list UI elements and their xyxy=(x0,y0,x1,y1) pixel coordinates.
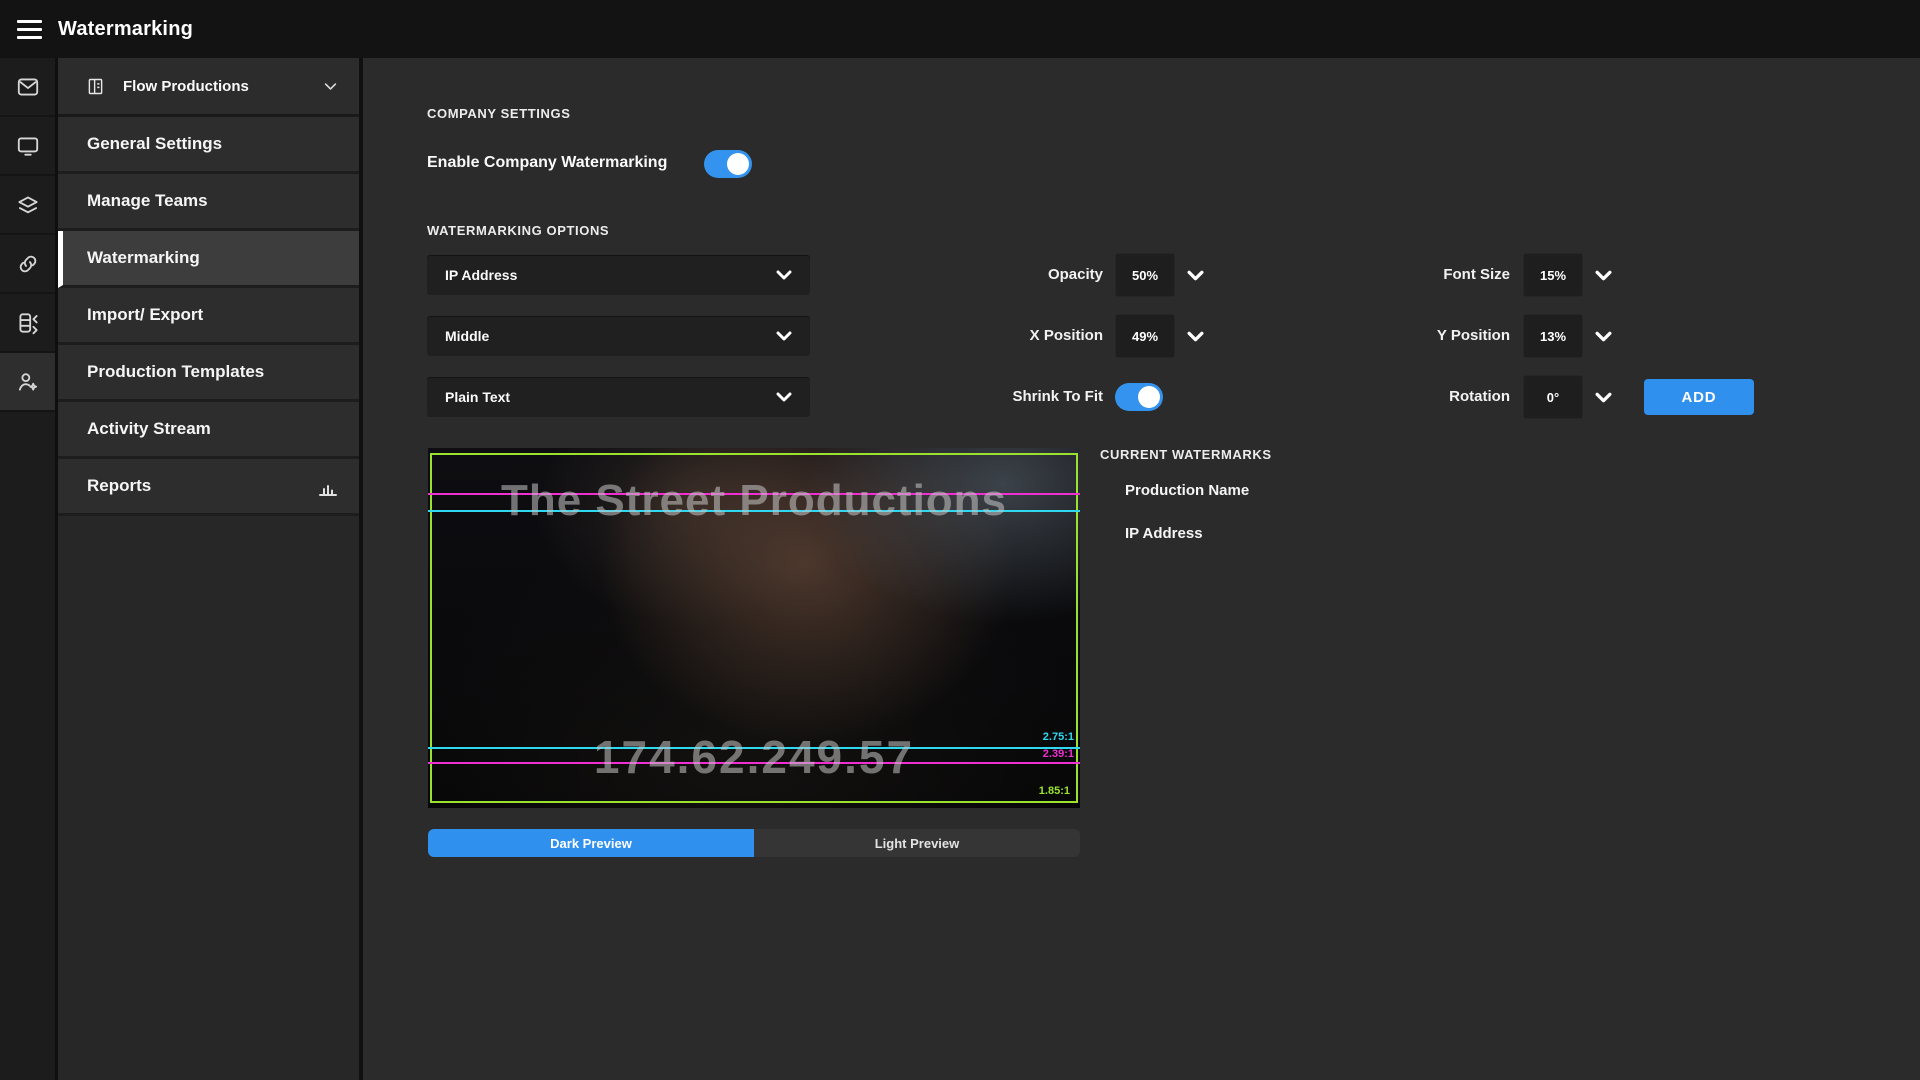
chevron-down-icon xyxy=(1595,270,1612,281)
building-icon xyxy=(85,76,106,97)
current-watermark-ip-address[interactable]: IP Address xyxy=(1125,525,1203,542)
sidebar-item-label: Import/ Export xyxy=(87,305,203,325)
ratio-label-2-39: 2.39:1 xyxy=(1043,748,1074,760)
shrink-to-fit-toggle[interactable] xyxy=(1115,383,1163,411)
chevron-down-icon xyxy=(776,270,792,280)
sidebar-item-reports[interactable]: Reports xyxy=(58,459,359,516)
current-watermark-production-name[interactable]: Production Name xyxy=(1125,482,1249,499)
font-size-select[interactable]: 15% xyxy=(1523,253,1612,297)
position-dropdown[interactable]: Middle xyxy=(427,316,810,356)
ratio-label-1-85: 1.85:1 xyxy=(1039,785,1070,797)
watermark-preview: The Street Productions 174.62.249.57 2.7… xyxy=(428,448,1080,808)
bar-chart-icon xyxy=(316,476,340,505)
rail-item-layers[interactable] xyxy=(0,176,55,235)
sidebar-item-import-export[interactable]: Import/ Export xyxy=(58,288,359,345)
mail-icon xyxy=(15,74,41,100)
sidebar-item-general-settings[interactable]: General Settings xyxy=(58,117,359,174)
chevron-down-icon xyxy=(776,392,792,402)
chevron-down-icon xyxy=(1187,270,1204,281)
sidebar-item-label: Reports xyxy=(87,476,151,496)
hamburger-menu-icon[interactable] xyxy=(0,0,58,58)
font-size-value: 15% xyxy=(1523,253,1583,297)
rail-item-monitor[interactable] xyxy=(0,117,55,176)
sidebar-item-label: Manage Teams xyxy=(87,191,208,211)
top-bar: Watermarking xyxy=(0,0,1920,58)
font-size-label: Font Size xyxy=(1330,266,1510,283)
dropdown-value: Plain Text xyxy=(445,389,510,405)
org-name: Flow Productions xyxy=(123,78,249,95)
y-position-label: Y Position xyxy=(1330,327,1510,344)
sidebar-item-manage-teams[interactable]: Manage Teams xyxy=(58,174,359,231)
server-transfer-icon xyxy=(15,310,41,336)
user-admin-icon xyxy=(15,369,41,395)
watermark-text-ip: 174.62.249.57 xyxy=(428,730,1080,784)
rotation-select[interactable]: 0° xyxy=(1523,375,1612,419)
sidebar: Flow Productions General Settings Manage… xyxy=(58,58,363,1080)
watermark-text-production: The Street Productions xyxy=(428,476,1080,526)
sidebar-item-watermarking[interactable]: Watermarking xyxy=(58,231,359,288)
opacity-select[interactable]: 50% xyxy=(1115,253,1204,297)
watermark-type-dropdown[interactable]: IP Address xyxy=(427,255,810,295)
rail-item-mail[interactable] xyxy=(0,58,55,117)
monitor-icon xyxy=(15,133,41,159)
layers-icon xyxy=(15,192,41,218)
text-style-dropdown[interactable]: Plain Text xyxy=(427,377,810,417)
dropdown-value: IP Address xyxy=(445,267,517,283)
enable-watermarking-toggle[interactable] xyxy=(704,150,752,178)
dropdown-value: Middle xyxy=(445,328,489,344)
sidebar-item-label: General Settings xyxy=(87,134,222,154)
main-content: COMPANY SETTINGS Enable Company Watermar… xyxy=(363,58,1920,1080)
rail-item-admin-settings[interactable] xyxy=(0,353,55,412)
org-selector[interactable]: Flow Productions xyxy=(58,58,359,117)
opacity-label: Opacity xyxy=(923,266,1103,283)
chevron-down-icon xyxy=(1595,331,1612,342)
chevron-down-icon xyxy=(324,82,337,91)
current-watermarks-heading: CURRENT WATERMARKS xyxy=(1100,447,1272,462)
toggle-knob xyxy=(727,153,749,175)
y-position-select[interactable]: 13% xyxy=(1523,314,1612,358)
x-position-select[interactable]: 49% xyxy=(1115,314,1204,358)
chevron-down-icon xyxy=(776,331,792,341)
sidebar-item-label: Production Templates xyxy=(87,362,264,382)
rail-item-server-transfer[interactable] xyxy=(0,294,55,353)
sidebar-item-label: Watermarking xyxy=(87,248,200,268)
shrink-to-fit-label: Shrink To Fit xyxy=(923,388,1103,405)
ratio-label-2-75: 2.75:1 xyxy=(1043,731,1074,743)
light-preview-button[interactable]: Light Preview xyxy=(754,829,1080,857)
opacity-value: 50% xyxy=(1115,253,1175,297)
chevron-down-icon xyxy=(1187,331,1204,342)
sidebar-item-production-templates[interactable]: Production Templates xyxy=(58,345,359,402)
rotation-label: Rotation xyxy=(1330,388,1510,405)
rotation-value: 0° xyxy=(1523,375,1583,419)
x-position-label: X Position xyxy=(923,327,1103,344)
x-position-value: 49% xyxy=(1115,314,1175,358)
icon-rail xyxy=(0,58,58,1080)
link-icon xyxy=(15,251,41,277)
rail-item-link[interactable] xyxy=(0,235,55,294)
add-button[interactable]: ADD xyxy=(1644,379,1754,415)
sidebar-item-activity-stream[interactable]: Activity Stream xyxy=(58,402,359,459)
toggle-knob xyxy=(1138,386,1160,408)
enable-watermarking-label: Enable Company Watermarking xyxy=(427,154,667,172)
company-settings-heading: COMPANY SETTINGS xyxy=(427,106,570,121)
chevron-down-icon xyxy=(1595,392,1612,403)
y-position-value: 13% xyxy=(1523,314,1583,358)
preview-mode-switch: Dark Preview Light Preview xyxy=(428,829,1080,857)
sidebar-item-label: Activity Stream xyxy=(87,419,211,439)
page-title: Watermarking xyxy=(58,18,193,41)
dark-preview-button[interactable]: Dark Preview xyxy=(428,829,754,857)
watermarking-options-heading: WATERMARKING OPTIONS xyxy=(427,223,609,238)
